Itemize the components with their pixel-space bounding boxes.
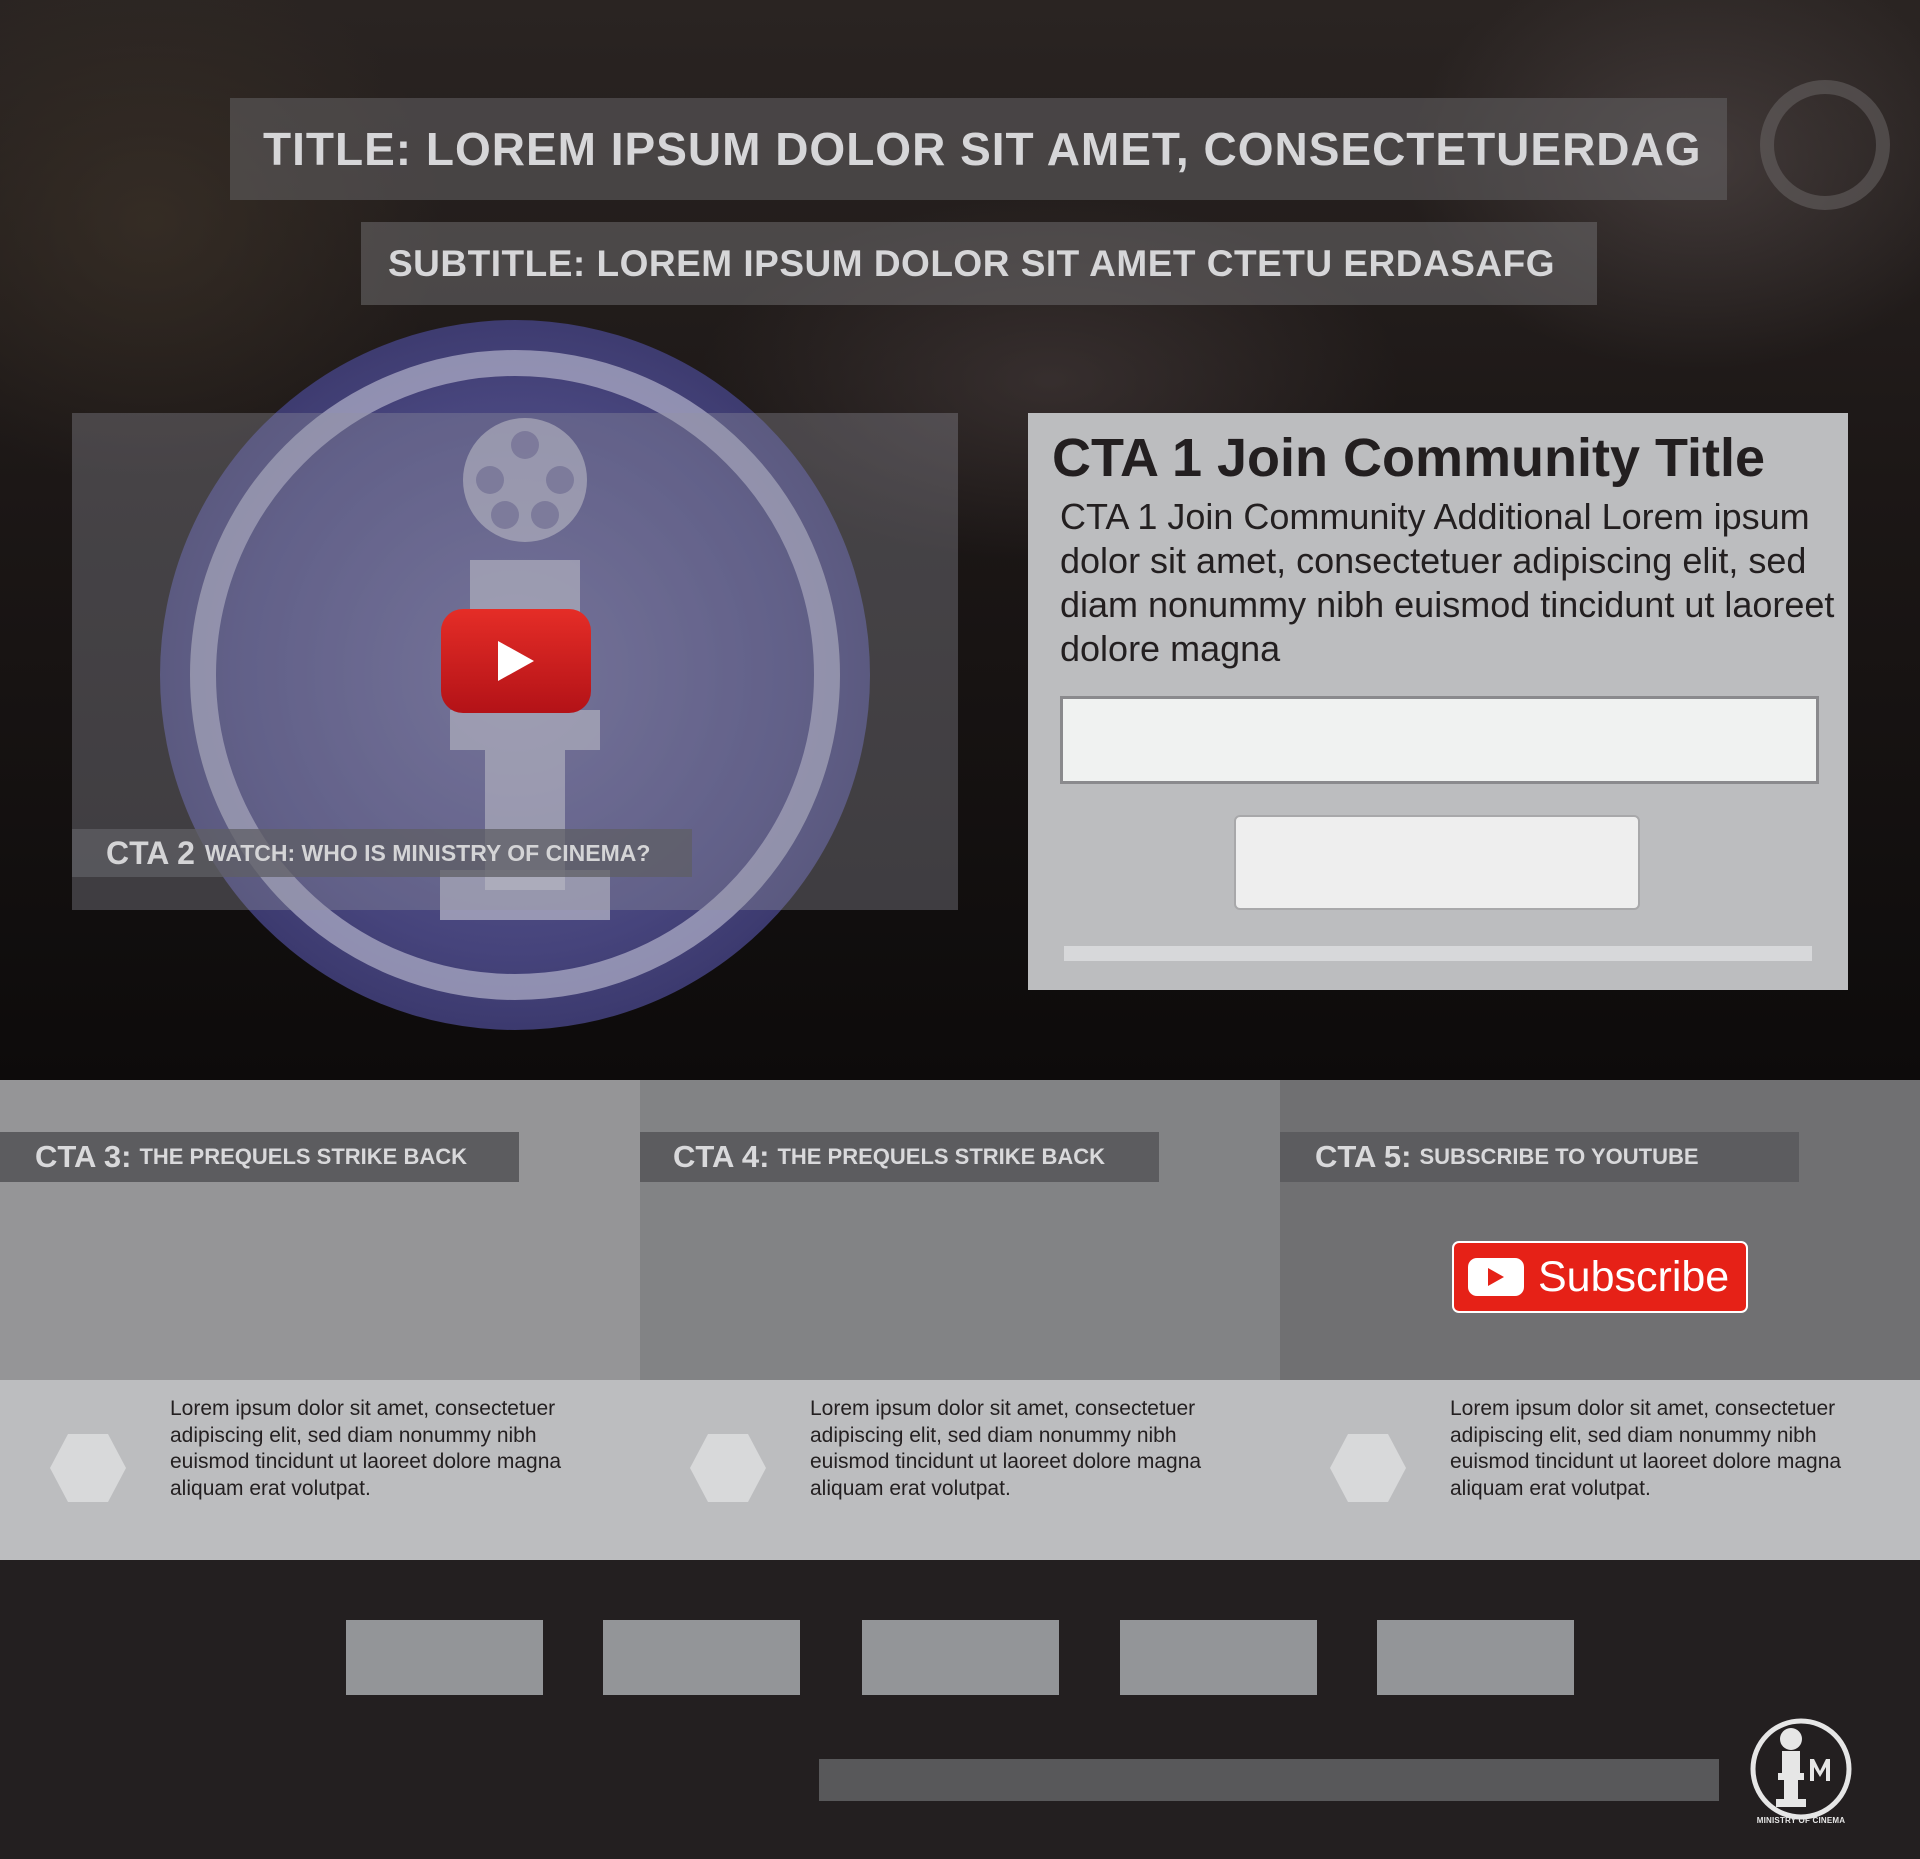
info-text: Lorem ipsum dolor sit amet, consectetuer…	[170, 1397, 562, 1500]
cta1-divider-bar	[1064, 946, 1812, 961]
info-strip: Lorem ipsum dolor sit amet, consectetuer…	[0, 1380, 1920, 1560]
cta5-card: CTA 5: SUBSCRIBE TO YOUTUBE Subscribe	[1280, 1080, 1920, 1380]
cta5-prefix: CTA 5:	[1315, 1139, 1412, 1174]
hexagon-icon	[690, 1434, 766, 1502]
cta4-label[interactable]: CTA 4: THE PREQUELS STRIKE BACK	[640, 1132, 1159, 1182]
info-item: Lorem ipsum dolor sit amet, consectetuer…	[1280, 1380, 1920, 1560]
hexagon-icon	[1330, 1434, 1406, 1502]
youtube-play-icon	[498, 641, 534, 681]
cta4-prefix: CTA 4:	[673, 1139, 770, 1174]
footer-link-1[interactable]	[346, 1620, 543, 1695]
footer-link-2[interactable]	[603, 1620, 800, 1695]
footer-link-4[interactable]	[1120, 1620, 1317, 1695]
cta1-email-field[interactable]	[1060, 696, 1819, 784]
info-text: Lorem ipsum dolor sit amet, consectetuer…	[1450, 1397, 1842, 1500]
cta3-prefix: CTA 3:	[35, 1139, 132, 1174]
cta1-submit-button[interactable]	[1234, 815, 1640, 910]
youtube-play-icon	[1468, 1258, 1524, 1296]
page-title-bar: TITLE: LOREM IPSUM DOLOR SIT AMET, CONSE…	[230, 98, 1727, 200]
page-title: TITLE: LOREM IPSUM DOLOR SIT AMET, CONSE…	[263, 123, 1702, 175]
cta1-join-community-panel: CTA 1 Join Community Title CTA 1 Join Co…	[1028, 413, 1848, 990]
cta2-prefix: CTA 2	[106, 834, 195, 871]
hexagon-icon	[50, 1434, 126, 1502]
footer-logo-text: MINISTRY OF CINEMA	[1756, 1816, 1846, 1825]
info-item: Lorem ipsum dolor sit amet, consectetuer…	[0, 1380, 640, 1560]
cta3-label[interactable]: CTA 3: THE PREQUELS STRIKE BACK	[0, 1132, 519, 1182]
page-subtitle-bar: SUBTITLE: LOREM IPSUM DOLOR SIT AMET CTE…	[361, 222, 1597, 305]
cta3-title: THE PREQUELS STRIKE BACK	[139, 1144, 468, 1169]
cta1-body: CTA 1 Join Community Additional Lorem ip…	[1060, 496, 1835, 669]
footer-link-5[interactable]	[1377, 1620, 1574, 1695]
youtube-subscribe-button[interactable]: Subscribe	[1452, 1241, 1748, 1313]
page-subtitle: SUBTITLE: LOREM IPSUM DOLOR SIT AMET CTE…	[388, 242, 1555, 284]
cta2-watch-link[interactable]: CTA 2 WATCH: WHO IS MINISTRY OF CINEMA?	[72, 829, 692, 877]
cta5-label[interactable]: CTA 5: SUBSCRIBE TO YOUTUBE	[1280, 1132, 1799, 1182]
footer-bar	[819, 1759, 1719, 1801]
info-item: Lorem ipsum dolor sit amet, consectetuer…	[640, 1380, 1280, 1560]
cta3-card[interactable]: CTA 3: THE PREQUELS STRIKE BACK	[0, 1080, 640, 1380]
info-text: Lorem ipsum dolor sit amet, consectetuer…	[810, 1397, 1202, 1500]
subscribe-label: Subscribe	[1538, 1252, 1730, 1301]
cta2-label: WATCH: WHO IS MINISTRY OF CINEMA?	[204, 839, 651, 866]
cta4-title: THE PREQUELS STRIKE BACK	[777, 1144, 1106, 1169]
cta1-title: CTA 1 Join Community Title	[1052, 428, 1766, 488]
footer-link-3[interactable]	[862, 1620, 1059, 1695]
video-play-button[interactable]	[441, 609, 591, 713]
background-reel-icon	[1760, 80, 1890, 210]
cta5-title: SUBSCRIBE TO YOUTUBE	[1419, 1144, 1699, 1169]
hero-section: TITLE: LOREM IPSUM DOLOR SIT AMET, CONSE…	[0, 0, 1920, 1080]
cta4-card[interactable]: CTA 4: THE PREQUELS STRIKE BACK	[640, 1080, 1280, 1380]
